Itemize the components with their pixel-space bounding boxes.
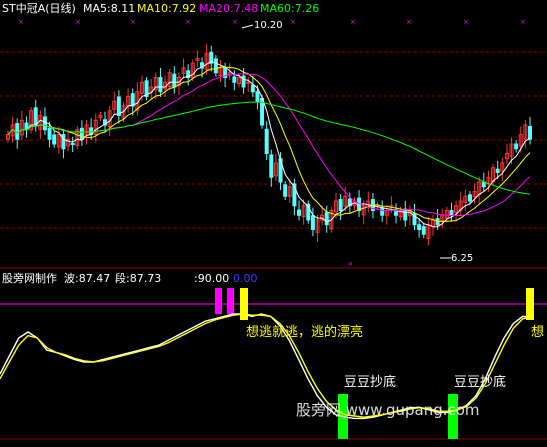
marker-x-icon-5: × (290, 18, 296, 26)
marker-x-icon-2: × (130, 18, 136, 26)
marker-x-icon-6: × (350, 18, 356, 26)
candle-body (79, 127, 84, 140)
ma20-label: MA20:7.48 (199, 2, 258, 15)
candle-body (528, 125, 532, 140)
candle-body (241, 75, 246, 88)
chart-title: ST中冠A(日线) (2, 1, 76, 15)
candle-body (283, 184, 288, 197)
magenta-signal-bar-2 (227, 288, 234, 314)
stock-chart-canvas: × × × × × × × × × × ST中冠A(日线) MA5:8.11 MA10:7.92 … (0, 0, 547, 447)
ma5-label: MA5:8.11 (83, 2, 135, 15)
sell-signal-text-right: 想 (531, 324, 544, 340)
candle-body (338, 199, 343, 211)
candle-body (495, 168, 500, 174)
watermark-text: 股旁网 www.gupang.com (296, 401, 480, 419)
candle-body (172, 73, 177, 88)
candle-body (232, 76, 237, 83)
zero-value-label: 0.00 (233, 272, 258, 285)
marker-x-icon-1: × (75, 18, 81, 26)
level-value-label: :90.00 (194, 272, 229, 285)
candle-body (421, 226, 426, 235)
candle-body (255, 91, 260, 102)
candle-body (33, 107, 38, 126)
marker-x-icon-8: × (463, 18, 469, 26)
sell-signal-text: 想逃就逃，逃的漂亮 (246, 324, 363, 340)
candle-body (61, 134, 66, 150)
marker-x-icon-9: × (520, 18, 526, 26)
candle-body (467, 194, 472, 202)
candle-body (297, 209, 302, 216)
sell-signal-bar-right (526, 288, 534, 320)
buy-signal-text-2: 豆豆抄底 (454, 374, 506, 390)
marker-x-icon-0: × (18, 18, 24, 26)
candle-body (42, 116, 47, 131)
low-price-label: 6.25 (451, 253, 473, 264)
candle-body (15, 123, 20, 140)
marker-x-icon-7: × (406, 18, 412, 26)
ma10-label: MA10:7.92 (137, 2, 196, 15)
candle-body (52, 134, 57, 145)
candle-body (310, 215, 315, 231)
candle-body (158, 77, 163, 93)
magenta-signal-bar-1 (215, 288, 222, 314)
candle-body (380, 208, 385, 216)
candle-body (403, 208, 408, 221)
candle-body (417, 224, 422, 230)
candle-body (250, 84, 255, 93)
candle-body (246, 81, 251, 84)
candle-body (514, 143, 519, 150)
candle-body (47, 127, 52, 140)
high-price-label: 10.20 (254, 20, 283, 31)
indicator-title: 股旁网制作 (2, 271, 57, 285)
candle-body (269, 154, 274, 178)
marker-x-icon-4: × (232, 18, 238, 26)
ma60-label: MA60:7.26 (260, 2, 319, 15)
buy-signal-text-1: 豆豆抄底 (344, 374, 396, 390)
marker-x-icon-3: × (185, 18, 191, 26)
bo-value-label: 波:87.47 (64, 272, 110, 285)
scroll-arrows-icon[interactable]: » (348, 259, 353, 268)
candle-body (324, 211, 329, 226)
duan-value-label: 段:87.73 (115, 271, 161, 285)
candle-body (264, 128, 269, 154)
candle-body (70, 143, 75, 146)
candle-body (213, 58, 218, 74)
candle-body (449, 210, 454, 216)
